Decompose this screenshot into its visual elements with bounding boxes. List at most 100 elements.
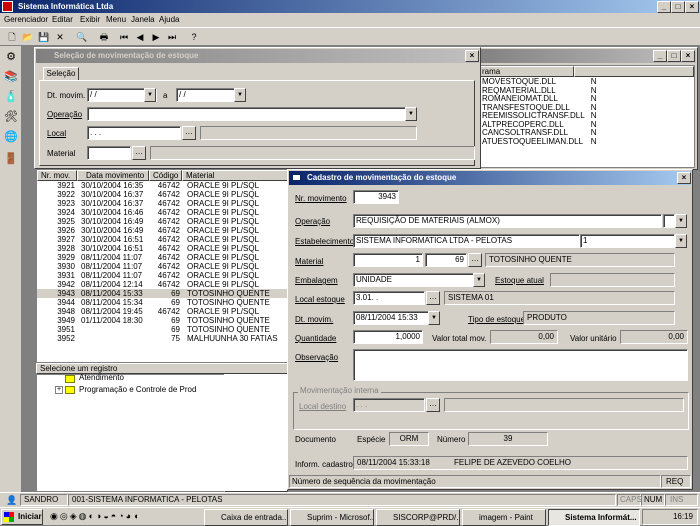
tree-item-atendimento[interactable]: Atendimento [79, 373, 124, 382]
local-field[interactable]: . . . [87, 126, 181, 140]
observacao-field[interactable] [353, 349, 688, 381]
local-estoque-field[interactable]: 3.01. . [353, 291, 425, 305]
menu-editar[interactable]: Editar [52, 15, 73, 24]
dt-from-dropdown[interactable]: ▼ [144, 88, 156, 102]
nr-mov-field[interactable]: 3943 [353, 190, 399, 204]
table-row[interactable]: 3949 01/11/2004 18:30 69 TOTOSINHO QUENTE [37, 316, 293, 325]
next-icon[interactable]: ▶ [148, 29, 164, 45]
material-field[interactable] [87, 146, 131, 160]
mov-date-cell: 08/11/2004 11:07 [81, 262, 143, 271]
table-row[interactable]: 3925 30/10/2004 16:49 46742 ORACLE 9I PL/SQ… [37, 217, 293, 226]
save-icon[interactable]: 💾 [36, 29, 52, 45]
operacao-label: Operação [47, 110, 83, 119]
cadastro-close-icon[interactable]: × [677, 172, 691, 184]
material-b-field[interactable]: 69 [425, 253, 467, 267]
exit-icon[interactable]: 🚪 [2, 150, 20, 168]
col-header-nr[interactable]: Nr. mov. [37, 170, 77, 181]
quantidade-field[interactable]: 1,0000 [353, 330, 423, 344]
maximize-icon[interactable]: □ [671, 1, 685, 13]
table-row[interactable]: 3926 30/10/2004 16:49 46742 ORACLE 9I PL/SQ… [37, 226, 293, 235]
print-icon[interactable]: 🖶 [96, 29, 112, 45]
dt-to-dropdown[interactable]: ▼ [234, 88, 246, 102]
search-icon[interactable]: 🔍 [74, 29, 90, 45]
table-row[interactable]: 3927 30/10/2004 16:51 46742 ORACLE 9I PL/SQ… [37, 235, 293, 244]
task-suprim[interactable]: Suprim - Microsof... [290, 509, 374, 526]
table-row[interactable]: ATUESTOQUEELIMAN.DLL N [480, 137, 598, 147]
table-row[interactable]: 3921 30/10/2004 16:35 46742 ORACLE 9I PL/SQ… [37, 181, 293, 190]
dll-minimize-icon[interactable]: _ [653, 50, 667, 62]
new-icon[interactable]: 🗋 [4, 29, 20, 45]
operacao-field[interactable] [87, 107, 417, 121]
globe-icon[interactable]: 🌐 [2, 128, 20, 146]
menu-janela[interactable]: Janela [131, 15, 155, 24]
embalagem-field[interactable]: UNIDADE [353, 273, 485, 287]
table-row[interactable]: 3928 30/10/2004 16:51 46742 ORACLE 9I PL/SQ… [37, 244, 293, 253]
mov-material-cell: ORACLE 9I PL/SQL [187, 271, 260, 280]
last-icon[interactable]: ⏭ [164, 29, 180, 45]
col-header-data[interactable]: Data movimento [77, 170, 149, 181]
module-icon[interactable]: ⚙ [2, 48, 20, 66]
table-row[interactable]: 3942 08/11/2004 12:14 46742 ORACLE 9I PL/SQ… [37, 280, 293, 289]
expand-icon[interactable]: + [55, 386, 63, 394]
valor-total-value: 0,00 [490, 330, 558, 344]
material-lookup-button[interactable]: … [468, 253, 482, 267]
valor-total-label: Valor total mov. [432, 334, 487, 343]
operacao-dropdown[interactable]: ▼ [405, 107, 417, 121]
table-row[interactable]: 3923 30/10/2004 16:37 46742 ORACLE 9I PL/SQ… [37, 199, 293, 208]
local-lookup-button[interactable]: … [426, 291, 440, 305]
table-row[interactable]: 3930 08/11/2004 11:07 46742 ORACLE 9I PL/SQ… [37, 262, 293, 271]
local-lookup-button[interactable]: … [182, 126, 196, 140]
operacao-dropdown[interactable]: ▼ [675, 214, 687, 228]
minimize-icon[interactable]: _ [657, 1, 671, 13]
bottle-icon[interactable]: 🧴 [2, 88, 20, 106]
local-destino-lookup-button[interactable]: … [426, 398, 440, 412]
open-icon[interactable]: 📂 [20, 29, 36, 45]
table-row[interactable]: 3952 75 MALHUUNHA 30 FATIAS [37, 334, 293, 343]
table-row[interactable]: 3943 08/11/2004 15:33 69 TOTOSINHO QUENTE [37, 289, 293, 298]
menu-gerenciador[interactable]: Gerenciador [4, 15, 48, 24]
table-row[interactable]: 3931 08/11/2004 11:07 46742 ORACLE 9I PL/SQ… [37, 271, 293, 280]
first-icon[interactable]: ⏮ [116, 29, 132, 45]
menu-ajuda[interactable]: Ajuda [159, 15, 179, 24]
books-icon[interactable]: 📚 [2, 68, 20, 86]
table-row[interactable]: 3948 08/11/2004 19:45 46742 ORACLE 9I PL/SQ… [37, 307, 293, 316]
selecao-close-icon[interactable]: × [465, 50, 479, 62]
col-header-codigo[interactable]: Código [149, 170, 182, 181]
local-destino-field[interactable]: . . . [353, 398, 425, 412]
task-paint[interactable]: imagem - Paint [462, 509, 546, 526]
material-lookup-button[interactable]: … [132, 146, 146, 160]
dll-close-icon[interactable]: × [681, 50, 695, 62]
tools-icon[interactable]: 🛠 [2, 108, 20, 126]
table-row[interactable]: 3929 08/11/2004 11:07 46742 ORACLE 9I PL/SQ… [37, 253, 293, 262]
mov-material-cell: ORACLE 9I PL/SQL [187, 199, 260, 208]
estab-dropdown[interactable]: ▼ [675, 234, 687, 248]
operacao-field[interactable]: REQUISIÇÃO DE MATERIAIS (ALMOX) [353, 214, 662, 228]
table-row[interactable]: 3922 30/10/2004 16:37 46742 ORACLE 9I PL/SQ… [37, 190, 293, 199]
mov-rows: 3921 30/10/2004 16:35 46742 ORACLE 9I PL/SQ… [37, 181, 293, 362]
task-caixa[interactable]: Caixa de entrada... [204, 509, 288, 526]
material-a-field[interactable]: 1 [353, 253, 423, 267]
dll-table: MOVESTOQUE.DLL N REQMATERIAL.DLL N ROMANEIOM… [480, 77, 598, 147]
task-sistema[interactable]: Sistema Informát... [548, 509, 640, 526]
menu-menu[interactable]: Menu [106, 15, 126, 24]
estab-field[interactable]: SISTEMA INFORMATICA LTDA - PELOTAS [353, 234, 580, 248]
dll-maximize-icon[interactable]: □ [667, 50, 681, 62]
menu-exibir[interactable]: Exibir [80, 15, 100, 24]
dt-movim-dropdown[interactable]: ▼ [428, 311, 440, 325]
tab-selecao[interactable]: Seleção [43, 67, 79, 81]
table-row[interactable]: 3944 08/11/2004 15:34 69 TOTOSINHO QUENTE [37, 298, 293, 307]
dt-movim-field[interactable]: 08/11/2004 15:33 [353, 311, 440, 325]
prev-icon[interactable]: ◀ [132, 29, 148, 45]
embalagem-dropdown[interactable]: ▼ [473, 273, 485, 287]
quicklaunch-icons[interactable]: ◉◎◈◍◐◑◒◓◔◕◖ [50, 511, 200, 523]
table-row[interactable]: 3924 30/10/2004 16:46 46742 ORACLE 9I PL/SQ… [37, 208, 293, 217]
help-icon[interactable]: ? [186, 29, 202, 45]
operacao-code[interactable] [663, 214, 675, 228]
task-siscorp[interactable]: SISCORP@PRD/... [376, 509, 460, 526]
estab-code[interactable]: 1 [580, 234, 675, 248]
tree-item-programacao[interactable]: Programação e Controle de Prod [79, 385, 196, 394]
table-row[interactable]: 3951 69 TOTOSINHO QUENTE [37, 325, 293, 334]
col-header-material[interactable]: Material [182, 170, 293, 181]
close-icon[interactable]: × [685, 1, 699, 13]
delete-icon[interactable]: ✕ [52, 29, 68, 45]
